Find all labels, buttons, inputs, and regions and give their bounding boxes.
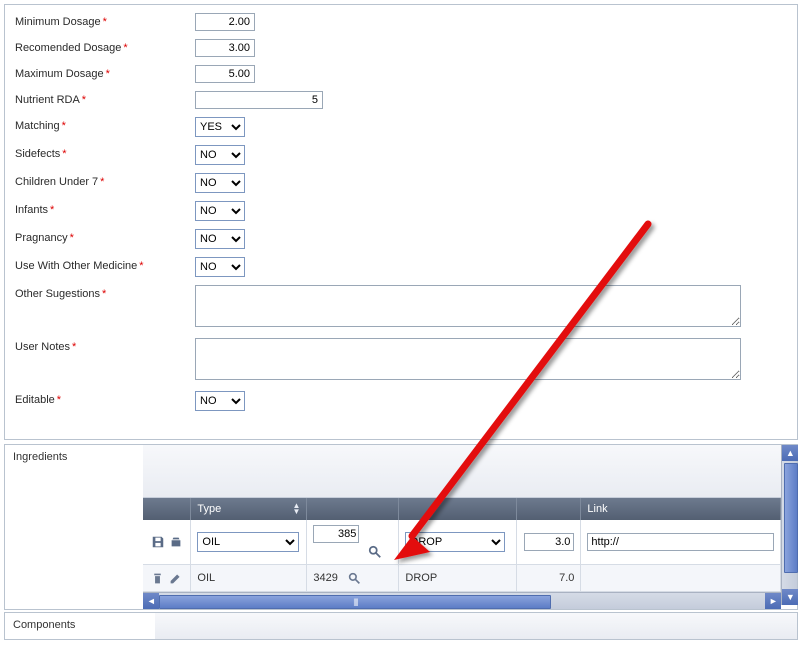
header-qty: [517, 498, 581, 520]
label-editable: Editable*: [5, 387, 191, 413]
matching-select[interactable]: YES: [195, 117, 245, 137]
use-with-other-medicine-select[interactable]: NO: [195, 257, 245, 277]
ingredient-qty-cell: 7.0: [517, 565, 581, 591]
label-recommended-dosage: Recomended Dosage*: [5, 35, 191, 61]
infants-select[interactable]: NO: [195, 201, 245, 221]
edit-icon[interactable]: [169, 571, 183, 585]
scroll-up-icon[interactable]: ▲: [782, 445, 798, 461]
save-icon[interactable]: [151, 535, 165, 549]
minimum-dosage-input[interactable]: [195, 13, 255, 31]
label-infants: Infants*: [5, 197, 191, 223]
ingredients-panel: Ingredients Type ▲▼ Link: [4, 444, 798, 610]
label-other-sugestions: Other Sugestions*: [5, 281, 191, 307]
label-sidefects: Sidefects*: [5, 141, 191, 167]
pragnancy-select[interactable]: NO: [195, 229, 245, 249]
user-notes-textarea[interactable]: [195, 338, 741, 380]
ingredient-row: OIL 3429 DROP 7.0: [143, 565, 781, 592]
header-link[interactable]: Link: [581, 498, 781, 520]
ingredients-header-row: Type ▲▼ Link: [143, 498, 781, 520]
scroll-right-icon[interactable]: ►: [765, 593, 781, 609]
lookup-icon[interactable]: [368, 545, 382, 559]
label-maximum-dosage: Maximum Dosage*: [5, 61, 191, 87]
sort-icon: ▲▼: [292, 503, 300, 515]
children-under-7-select[interactable]: NO: [195, 173, 245, 193]
ingredients-filter-band: [143, 445, 781, 498]
lookup-icon[interactable]: [348, 571, 362, 585]
ingredient-type-cell: OIL: [191, 565, 307, 591]
delete-icon[interactable]: [151, 571, 165, 585]
ingredients-horizontal-scrollbar[interactable]: ◄ |||| ►: [143, 592, 781, 609]
ingredient-link-input[interactable]: [587, 533, 774, 551]
ingredient-link-cell: [581, 565, 781, 591]
components-title: Components: [5, 613, 155, 640]
maximum-dosage-input[interactable]: [195, 65, 255, 83]
header-unit: [399, 498, 517, 520]
ingredient-edit-row: OIL DROP: [143, 520, 781, 565]
other-sugestions-textarea[interactable]: [195, 285, 741, 327]
scroll-down-icon[interactable]: ▼: [782, 589, 798, 605]
ingredients-vertical-scrollbar[interactable]: ▲ ▼: [781, 445, 797, 605]
components-panel: Components: [4, 612, 798, 640]
vertical-scroll-thumb[interactable]: [784, 463, 798, 573]
ingredients-title: Ingredients: [5, 445, 143, 609]
components-filter-band: [155, 613, 797, 640]
header-actions: [143, 498, 191, 520]
label-user-notes: User Notes*: [5, 334, 191, 360]
label-minimum-dosage: Minimum Dosage*: [5, 9, 191, 35]
sidefects-select[interactable]: NO: [195, 145, 245, 165]
cancel-icon[interactable]: [169, 535, 183, 549]
label-children-under-7: Children Under 7*: [5, 169, 191, 195]
form-panel: Minimum Dosage* Recomended Dosage* Maxim…: [4, 4, 798, 440]
header-type[interactable]: Type ▲▼: [191, 498, 307, 520]
ingredient-unit-select[interactable]: DROP: [405, 532, 505, 552]
ingredient-code-cell: 3429: [313, 572, 337, 584]
label-matching: Matching*: [5, 113, 191, 139]
recommended-dosage-input[interactable]: [195, 39, 255, 57]
ingredient-code-input[interactable]: [313, 525, 359, 543]
label-nutrient-rda: Nutrient RDA*: [5, 87, 191, 113]
header-code: [307, 498, 399, 520]
label-use-with-other-medicine: Use With Other Medicine*: [5, 253, 191, 279]
scroll-left-icon[interactable]: ◄: [143, 593, 159, 609]
editable-select[interactable]: NO: [195, 391, 245, 411]
nutrient-rda-input[interactable]: [195, 91, 323, 109]
label-pragnancy: Pragnancy*: [5, 225, 191, 251]
horizontal-scroll-thumb[interactable]: ||||: [159, 595, 551, 609]
ingredient-unit-cell: DROP: [399, 565, 517, 591]
ingredient-qty-input[interactable]: [524, 533, 574, 551]
ingredient-type-select[interactable]: OIL: [197, 532, 299, 552]
